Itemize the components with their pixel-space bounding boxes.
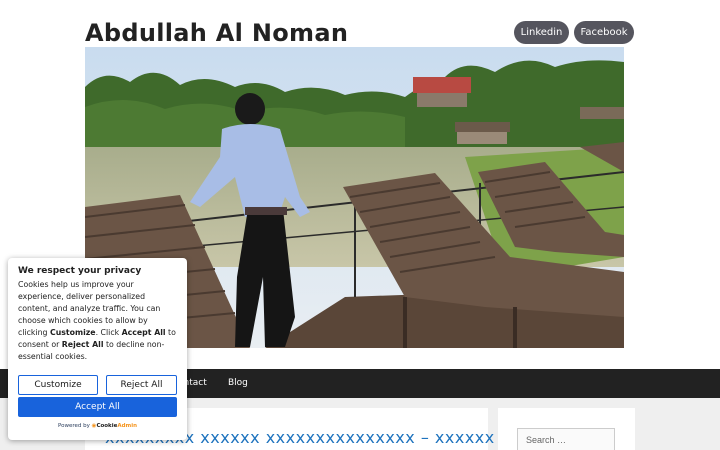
cookie-description: Cookies help us improve your experience,… (18, 279, 178, 363)
powered-by: Powered by ◉CookieAdmin (58, 423, 137, 429)
powered-by-label: Powered by (58, 423, 90, 429)
cookie-text-accept: Accept All (121, 328, 166, 337)
customize-button[interactable]: Customize (18, 375, 98, 395)
accept-all-button[interactable]: Accept All (18, 397, 177, 417)
brand-part-a: Cookie (96, 423, 118, 429)
cookie-title: We respect your privacy (18, 266, 142, 276)
brand-part-b: Admin (117, 423, 138, 429)
nav-item-blog[interactable]: Blog (228, 369, 248, 398)
cookie-consent-banner: We respect your privacy Cookies help us … (8, 258, 187, 440)
linkedin-button[interactable]: Linkedin (514, 21, 569, 44)
reject-all-button[interactable]: Reject All (106, 375, 177, 395)
sidebar-widget (498, 408, 635, 450)
cookie-text-customize: Customize (49, 328, 96, 337)
cookie-text-part: . Click (95, 328, 122, 337)
search-input[interactable] (517, 428, 615, 450)
cookieadmin-logo[interactable]: ◉CookieAdmin (92, 423, 137, 429)
site-title[interactable]: Abdullah Al Noman (85, 19, 348, 47)
facebook-button[interactable]: Facebook (574, 21, 634, 44)
cookie-text-reject: Reject All (61, 340, 104, 349)
